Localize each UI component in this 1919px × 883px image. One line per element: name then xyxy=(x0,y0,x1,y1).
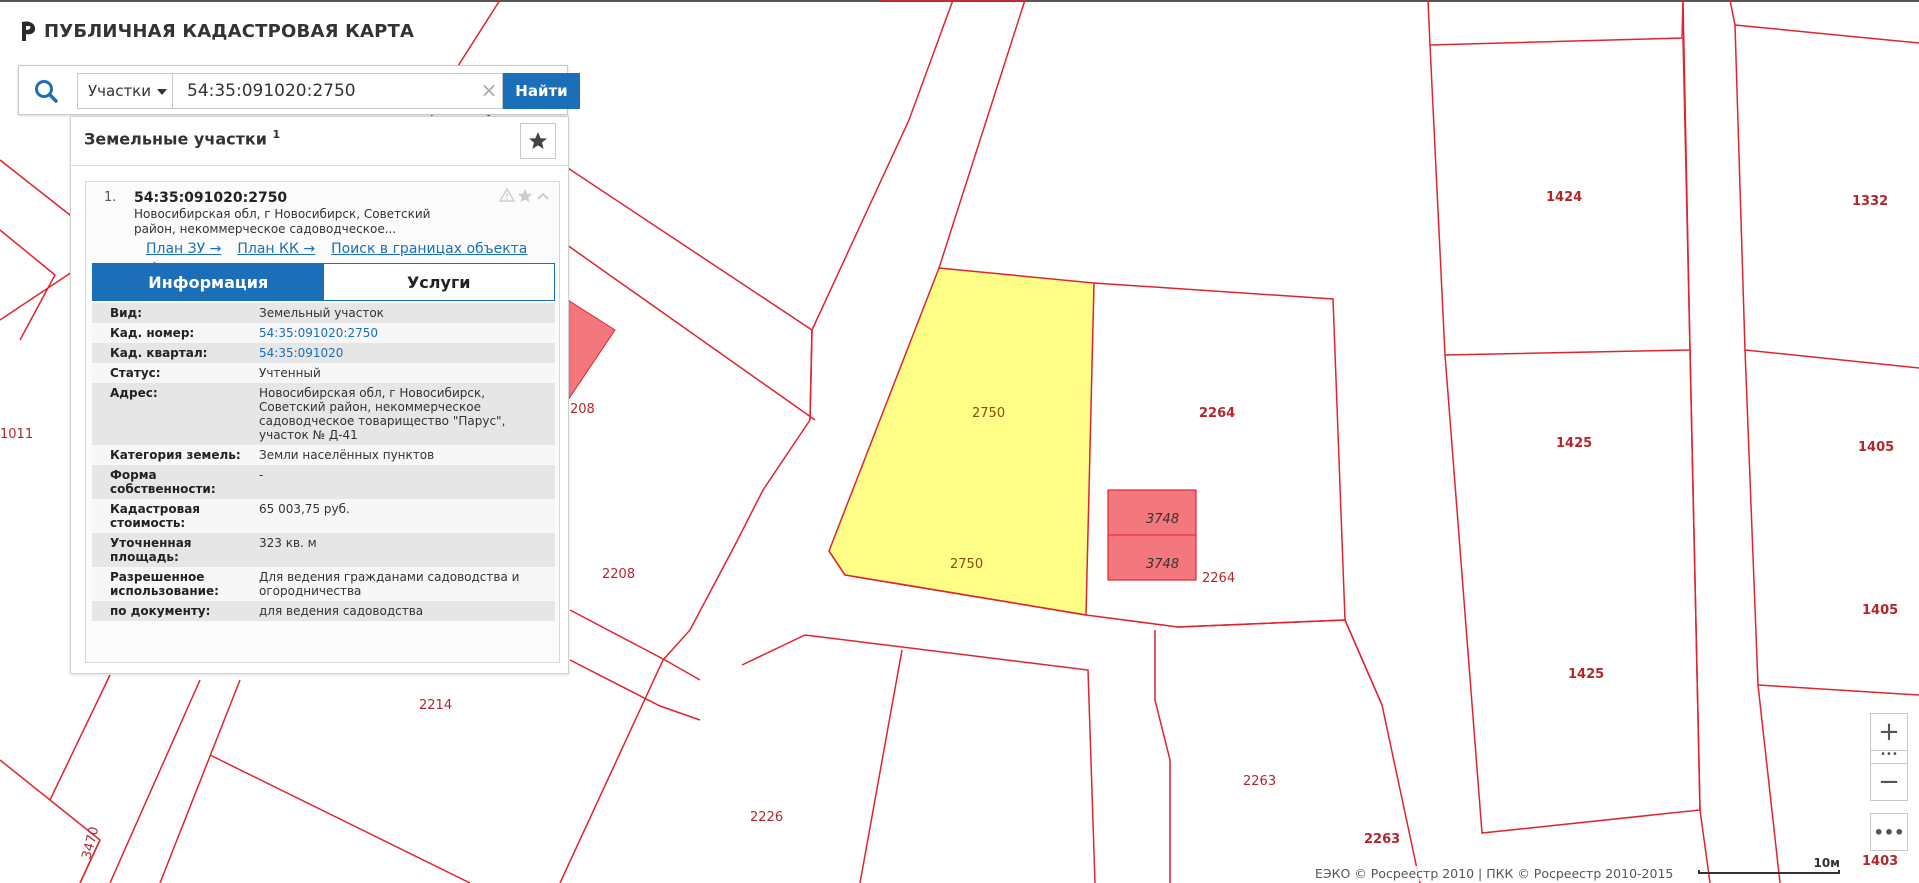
parcel-label-1405-b: 1405 xyxy=(1862,603,1898,618)
search-type-label: Участки xyxy=(88,82,151,100)
info-row: Категория земель: Земли населённых пункто… xyxy=(92,445,555,465)
parcel-label-2214: 2214 xyxy=(419,698,452,713)
chevron-up-icon[interactable] xyxy=(535,188,551,204)
results-panel: Земельные участки 1 1. 54:35:091020:2750… xyxy=(70,116,569,674)
info-row: Кад. квартал: 54:35:091020 xyxy=(92,343,555,363)
app-title: ПУБЛИЧНАЯ КАДАСТРОВАЯ КАРТА xyxy=(44,20,415,42)
info-row: Вид: Земельный участок xyxy=(92,303,555,323)
cad-quarter-link[interactable]: 54:35:091020 xyxy=(259,346,343,360)
search-button[interactable]: Найти xyxy=(503,73,580,109)
zoom-in-button[interactable]: + xyxy=(1870,713,1908,751)
cad-number-link[interactable]: 54:35:091020:2750 xyxy=(259,326,378,340)
parcel-label-1403: 1403 xyxy=(1862,854,1898,869)
search-type-dropdown[interactable]: Участки xyxy=(77,73,173,109)
favorites-button[interactable] xyxy=(520,123,556,159)
info-row: Статус: Учтенный xyxy=(92,363,555,383)
parcel-label-2264-b: 2264 xyxy=(1202,571,1235,586)
parcel-label-1424: 1424 xyxy=(1546,190,1582,205)
parcel-label-2750-b: 2750 xyxy=(950,557,983,572)
parcel-label-1011: 1011 xyxy=(0,427,33,442)
parcel-label-1405: 1405 xyxy=(1858,440,1894,455)
parcel-label-2208: 2208 xyxy=(602,567,635,582)
info-row: Разрешенное использование: Для ведения гр… xyxy=(92,567,555,601)
parcel-label-3748: 3748 xyxy=(1146,512,1179,527)
search-input[interactable] xyxy=(173,73,503,109)
star-icon[interactable] xyxy=(517,188,533,204)
copyright-text: ЕЭКО © Росреестр 2010 | ПКК © Росреестр … xyxy=(1312,866,1677,881)
zoom-out-button[interactable]: − xyxy=(1870,763,1908,801)
parcel-label-2264: 2264 xyxy=(1199,406,1235,421)
warning-icon[interactable] xyxy=(499,188,515,202)
parcel-label-2263-b: 2263 xyxy=(1364,832,1400,847)
scale-bar-line xyxy=(1698,870,1840,874)
info-row: по документу: для ведения садоводства xyxy=(92,601,555,621)
info-row: Уточненная площадь: 323 кв. м xyxy=(92,533,555,567)
search-bar: Участки × Найти xyxy=(18,65,580,115)
info-row: Кадастровая стоимость: 65 003,75 руб. xyxy=(92,499,555,533)
zoom-control: + ••• − xyxy=(1870,713,1908,801)
scale-bar: 10м xyxy=(1698,856,1842,878)
parcel-label-1425: 1425 xyxy=(1556,436,1592,451)
app-header: ПУБЛИЧНАЯ КАДАСТРОВАЯ КАРТА xyxy=(18,20,414,42)
parcel-label-2750: 2750 xyxy=(972,406,1005,421)
parcel-label-2226: 2226 xyxy=(750,810,783,825)
scale-label: 10м xyxy=(1813,856,1840,870)
parcel-label-1332: 1332 xyxy=(1852,194,1888,209)
star-icon xyxy=(529,132,547,149)
parcel-label-1425-b: 1425 xyxy=(1568,667,1604,682)
result-index: 1. xyxy=(104,190,117,205)
result-card: 1. 54:35:091020:2750 Новосибирская обл, … xyxy=(85,181,560,663)
result-tools xyxy=(499,188,551,204)
tab-services[interactable]: Услуги xyxy=(323,264,554,300)
info-table: Вид: Земельный участок Кад. номер: 54:35:0… xyxy=(92,303,555,621)
info-row: Кад. номер: 54:35:091020:2750 xyxy=(92,323,555,343)
more-options-button[interactable]: ••• xyxy=(1870,813,1908,851)
results-count: 1 xyxy=(272,128,281,141)
caret-down-icon xyxy=(157,88,167,95)
zoom-slider[interactable]: ••• xyxy=(1870,750,1908,763)
results-header: Земельные участки 1 xyxy=(84,128,281,149)
parcel-label-3748-b: 3748 xyxy=(1146,557,1179,572)
info-row: Адрес: Новосибирская обл, г Новосибирск, … xyxy=(92,383,555,445)
search-icon[interactable] xyxy=(33,78,59,104)
info-row: Форма собственности: - xyxy=(92,465,555,499)
result-cad-number[interactable]: 54:35:091020:2750 xyxy=(134,190,287,206)
logo-icon xyxy=(22,21,36,41)
parcel-label-208: 208 xyxy=(570,402,595,417)
plan-zu-link[interactable]: План ЗУ → xyxy=(146,241,221,257)
tab-information[interactable]: Информация xyxy=(93,264,324,300)
result-address: Новосибирская обл, г Новосибирск, Советс… xyxy=(134,207,431,236)
result-tabs: Информация Услуги xyxy=(92,263,555,301)
plan-kk-link[interactable]: План КК → xyxy=(237,241,315,257)
parcel-label-2263: 2263 xyxy=(1243,774,1276,789)
clear-icon[interactable]: × xyxy=(477,78,501,102)
divider xyxy=(71,165,568,166)
